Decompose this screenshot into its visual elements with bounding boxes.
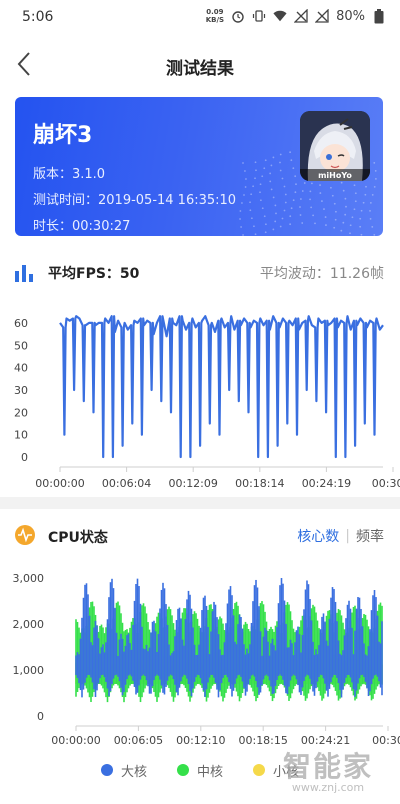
y-tick-label: 1,000 — [13, 664, 45, 677]
game-logo-text: miHoYo — [318, 171, 352, 180]
y-tick-label: 0 — [37, 710, 44, 723]
status-icons: 0.09 KB/S 80% — [206, 8, 386, 24]
fps-section-header: 平均FPS：50 平均波动：11.26帧 — [0, 258, 400, 288]
vibrate-icon — [252, 9, 266, 23]
test-time: 测试时间：2019-05-14 16:35:10 — [33, 193, 237, 208]
cpu-section-header: CPU状态 核心数 | 频率 — [0, 522, 400, 552]
fps-series-line — [59, 315, 384, 459]
y-tick-label: 50 — [14, 339, 28, 352]
status-time: 5:06 — [22, 9, 54, 25]
battery-percentage: 80% — [336, 8, 365, 24]
tab-core-count[interactable]: 核心数 — [297, 526, 339, 546]
cpu-wave-icon — [15, 525, 35, 545]
legend-label-mid: 中核 — [196, 764, 223, 780]
page-title: 测试结果 — [166, 59, 234, 79]
y-tick-label: 40 — [14, 362, 28, 375]
signal-off-icon-2 — [315, 9, 329, 23]
y-tick-label: 10 — [14, 429, 28, 442]
cpu-chart: 0 1,000 2,000 3,000 00:00:00 00:06:05 00:12:10… — [13, 572, 400, 747]
average-fluctuation: 平均波动：11.26帧 — [259, 266, 384, 282]
game-name: 崩坏3 — [33, 123, 93, 148]
test-duration: 时长：00:30:27 — [33, 219, 131, 234]
y-tick-label: 20 — [14, 406, 28, 419]
x-tick-label: 00:06:05 — [114, 734, 163, 747]
signal-off-icon — [294, 9, 308, 23]
fps-chart: 0 10 20 30 40 50 60 00:00:00 00:06:04 00:12:09 00:… — [14, 315, 400, 490]
x-tick-label: 00:06:04 — [102, 477, 151, 490]
bar-chart-icon — [15, 265, 33, 282]
legend-dot-small — [253, 764, 265, 776]
section-divider — [0, 497, 400, 509]
legend-mid-core[interactable]: 中核 — [176, 757, 223, 783]
battery-icon — [372, 8, 386, 23]
y-tick-label: 60 — [14, 317, 28, 330]
y-tick-label: 30 — [14, 384, 28, 397]
game-thumbnail: miHoYo — [300, 111, 370, 181]
tab-frequency[interactable]: 频率 — [356, 526, 384, 546]
cpu-tab-group: 核心数 | 频率 — [297, 526, 384, 546]
status-bar: 5:06 0.09 KB/S 80% — [0, 0, 400, 36]
legend-dot-mid — [176, 764, 189, 776]
network-speed: 0.09 KB/S — [206, 8, 224, 24]
y-tick-label: 3,000 — [13, 572, 45, 585]
site-watermark-logo: 智能家 www.znj.com — [282, 750, 373, 794]
x-tick-label: 00:00:00 — [51, 734, 100, 747]
average-fps: 平均FPS：50 — [48, 266, 140, 282]
wifi-icon — [273, 9, 287, 23]
legend-dot-big — [100, 764, 113, 776]
legend-big-core[interactable]: 大核 — [100, 757, 147, 783]
x-tick-label: 00:24:19 — [302, 477, 351, 490]
tab-separator: | — [345, 528, 350, 544]
alarm-icon — [231, 9, 245, 23]
legend-label-big: 大核 — [120, 764, 147, 780]
header: 测试结果 — [0, 36, 400, 92]
x-tick-label: 00:00:00 — [35, 477, 84, 490]
y-tick-label: 2,000 — [13, 618, 45, 631]
x-tick-label: 00:12:10 — [176, 734, 225, 747]
game-version: 版本：3.1.0 — [33, 167, 106, 182]
cpu-status-title: CPU状态 — [48, 530, 108, 546]
network-speed-value: 0.09 — [206, 8, 224, 16]
network-speed-unit: KB/S — [205, 16, 225, 24]
game-info-card: 崩坏3 版本：3.1.0 测试时间：2019-05-14 16:35:10 时长… — [15, 97, 383, 236]
x-tick-label: 00:30:2 — [372, 477, 400, 490]
x-tick-label: 00:12:09 — [168, 477, 217, 490]
y-tick-label: 0 — [21, 451, 28, 464]
x-tick-label: 00:18:14 — [235, 477, 284, 490]
